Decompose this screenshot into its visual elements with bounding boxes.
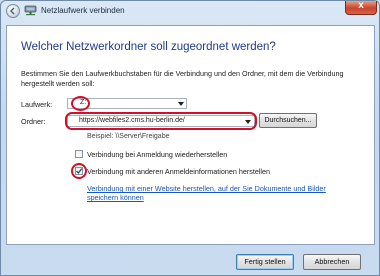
checkbox-highlight-circle [71,163,87,179]
chevron-down-icon [178,102,184,106]
other-credentials-label: Verbindung mit anderen Anmeldeinformatio… [87,167,270,176]
cancel-button[interactable]: Abbrechen [303,254,361,270]
back-arrow-icon [10,7,15,15]
instructions-text: Bestimmen Sie den Laufwerkbuchstaben für… [21,69,344,88]
drive-highlight-circle [71,96,90,111]
back-button[interactable] [6,4,20,18]
finish-button[interactable]: Fertig stellen [236,254,294,270]
close-button[interactable]: x [345,0,377,15]
close-icon: x [358,0,364,11]
website-link[interactable]: Verbindung mit einer Website herstellen,… [87,184,357,202]
dialog-content: Welcher Netzwerkordner soll zugeordnet w… [6,25,375,245]
dialog-window: Netzlaufwerk verbinden x Welcher Netzwer… [0,0,380,276]
folder-label: Ordner: [21,117,46,126]
reconnect-label: Verbindung bei Anmeldung wiederherstelle… [87,150,228,159]
window-title: Netzlaufwerk verbinden [41,6,125,15]
example-text: Beispiel: \\Server\Freigabe [87,133,170,140]
browse-button[interactable]: Durchsuchen... [259,113,317,128]
network-drive-icon [24,5,37,16]
dialog-heading: Welcher Netzwerkordner soll zugeordnet w… [21,41,276,53]
title-bar: Netzlaufwerk verbinden x [1,0,379,23]
drive-label: Laufwerk: [21,100,53,109]
reconnect-checkbox[interactable] [75,150,83,158]
folder-highlight-outline [65,112,257,130]
